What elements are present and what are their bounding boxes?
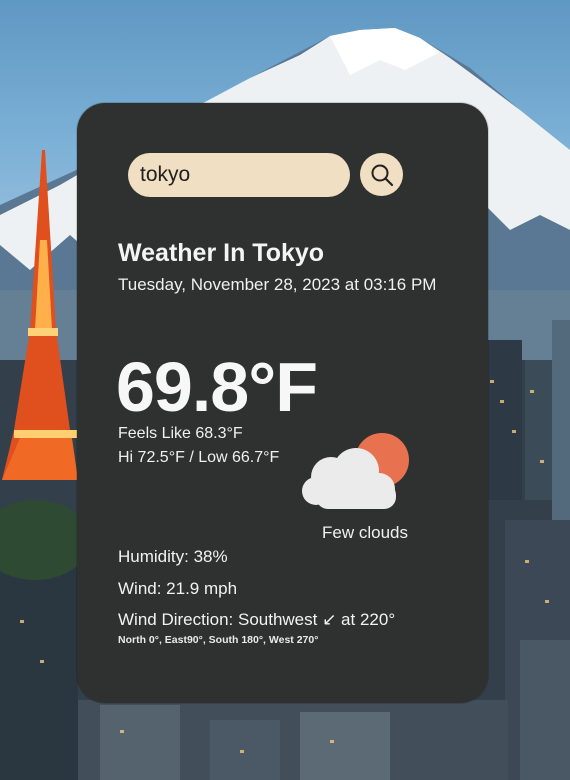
weather-condition-label: Few clouds [322, 523, 408, 542]
wind-direction-text: Wind Direction: Southwest ↙ at 220° [118, 610, 396, 629]
hi-low-text: Hi 72.5°F / Low 66.7°F [118, 449, 280, 466]
weather-card: Weather In Tokyo Tuesday, November 28, 2… [77, 103, 488, 703]
search-button[interactable] [360, 153, 403, 196]
search-icon [371, 164, 393, 186]
search-input[interactable] [128, 153, 350, 197]
humidity-text: Humidity: 38% [118, 547, 228, 566]
page-title: Weather In Tokyo [118, 239, 325, 267]
few-clouds-icon [302, 433, 409, 509]
compass-reference-note: North 0°, East90°, South 180°, West 270° [118, 634, 319, 646]
current-temperature: 69.8°F [116, 348, 318, 426]
feels-like-text: Feels Like 68.3°F [118, 425, 243, 442]
wind-speed-text: Wind: 21.9 mph [118, 579, 238, 598]
date-time-text: Tuesday, November 28, 2023 at 03:16 PM [118, 275, 437, 294]
